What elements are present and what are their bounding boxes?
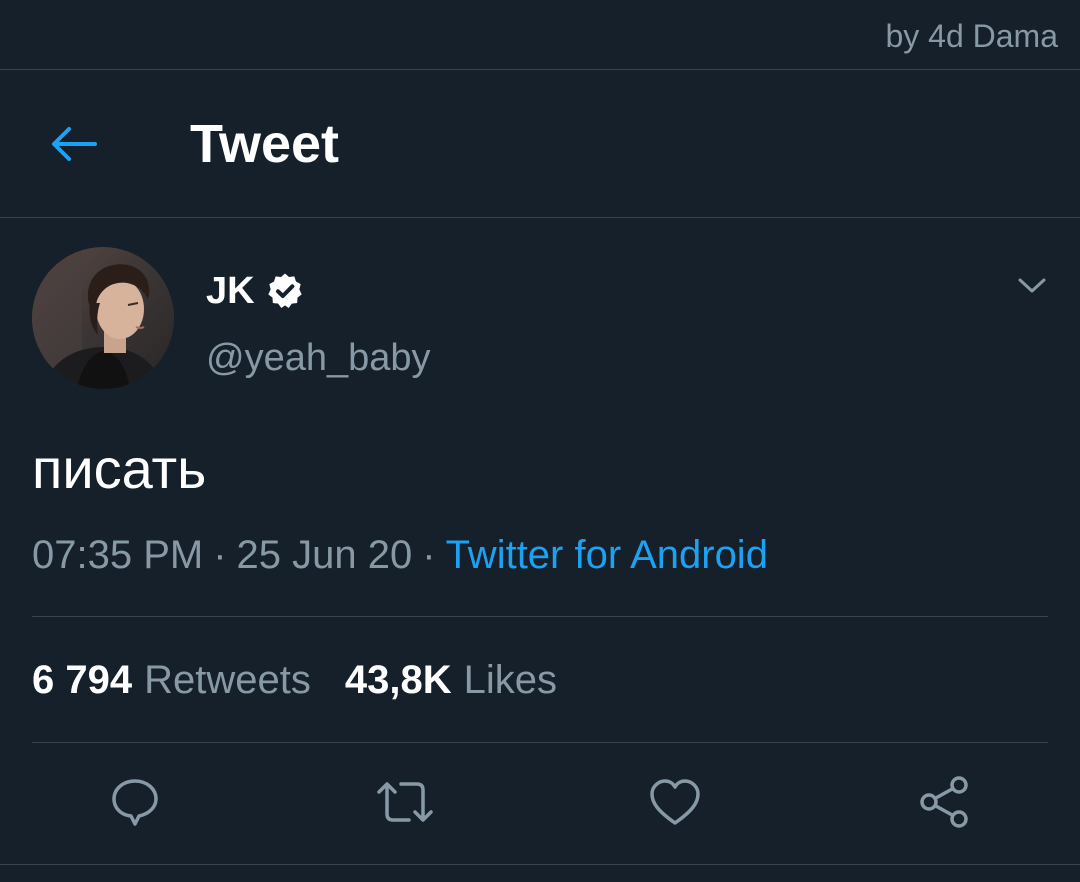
arrow-left-icon <box>52 127 97 161</box>
retweets-stat[interactable]: 6 794 Retweets <box>32 653 311 707</box>
action-bar <box>0 770 1080 834</box>
reply-button[interactable] <box>103 770 167 834</box>
back-button[interactable] <box>44 116 104 172</box>
header-divider <box>0 217 1080 218</box>
chevron-down-icon <box>1018 278 1046 293</box>
heart-icon <box>650 779 700 825</box>
author-name-row[interactable]: JK <box>206 266 305 316</box>
tweet-date: 25 Jun 20 <box>236 533 413 577</box>
tweet-menu-button[interactable] <box>1012 270 1052 302</box>
reply-icon <box>112 779 158 826</box>
bottom-divider <box>0 864 1080 865</box>
meta-divider <box>32 616 1048 617</box>
author-handle[interactable]: @yeah_baby <box>206 334 431 382</box>
app-header: Tweet <box>0 70 1080 217</box>
verified-badge-icon <box>267 273 302 308</box>
avatar-image <box>32 247 174 389</box>
share-button[interactable] <box>913 770 977 834</box>
tweet-source-link[interactable]: Twitter for Android <box>446 533 768 577</box>
author-name: JK <box>206 270 255 312</box>
meta-separator: · <box>213 533 227 577</box>
retweets-count: 6 794 <box>32 658 133 702</box>
retweets-label: Retweets <box>144 658 311 702</box>
likes-stat[interactable]: 43,8K Likes <box>345 653 557 707</box>
tweet-time: 07:35 PM <box>32 533 204 577</box>
page-title: Tweet <box>190 114 340 174</box>
watermark-credit: by 4d Dama <box>885 18 1058 54</box>
meta-separator: · <box>422 533 436 577</box>
stats-divider <box>32 742 1048 743</box>
likes-label: Likes <box>463 658 557 702</box>
tweet-stats: 6 794 Retweets 43,8K Likes <box>32 653 557 707</box>
tweet-text: писать <box>32 437 207 500</box>
likes-count: 43,8K <box>344 658 452 702</box>
retweet-button[interactable] <box>373 770 437 834</box>
like-button[interactable] <box>643 770 707 834</box>
avatar[interactable] <box>32 247 174 389</box>
retweet-icon <box>377 782 433 822</box>
tweet-meta: 07:35 PM · 25 Jun 20 · Twitter for Android <box>32 528 768 582</box>
share-icon <box>920 776 968 828</box>
